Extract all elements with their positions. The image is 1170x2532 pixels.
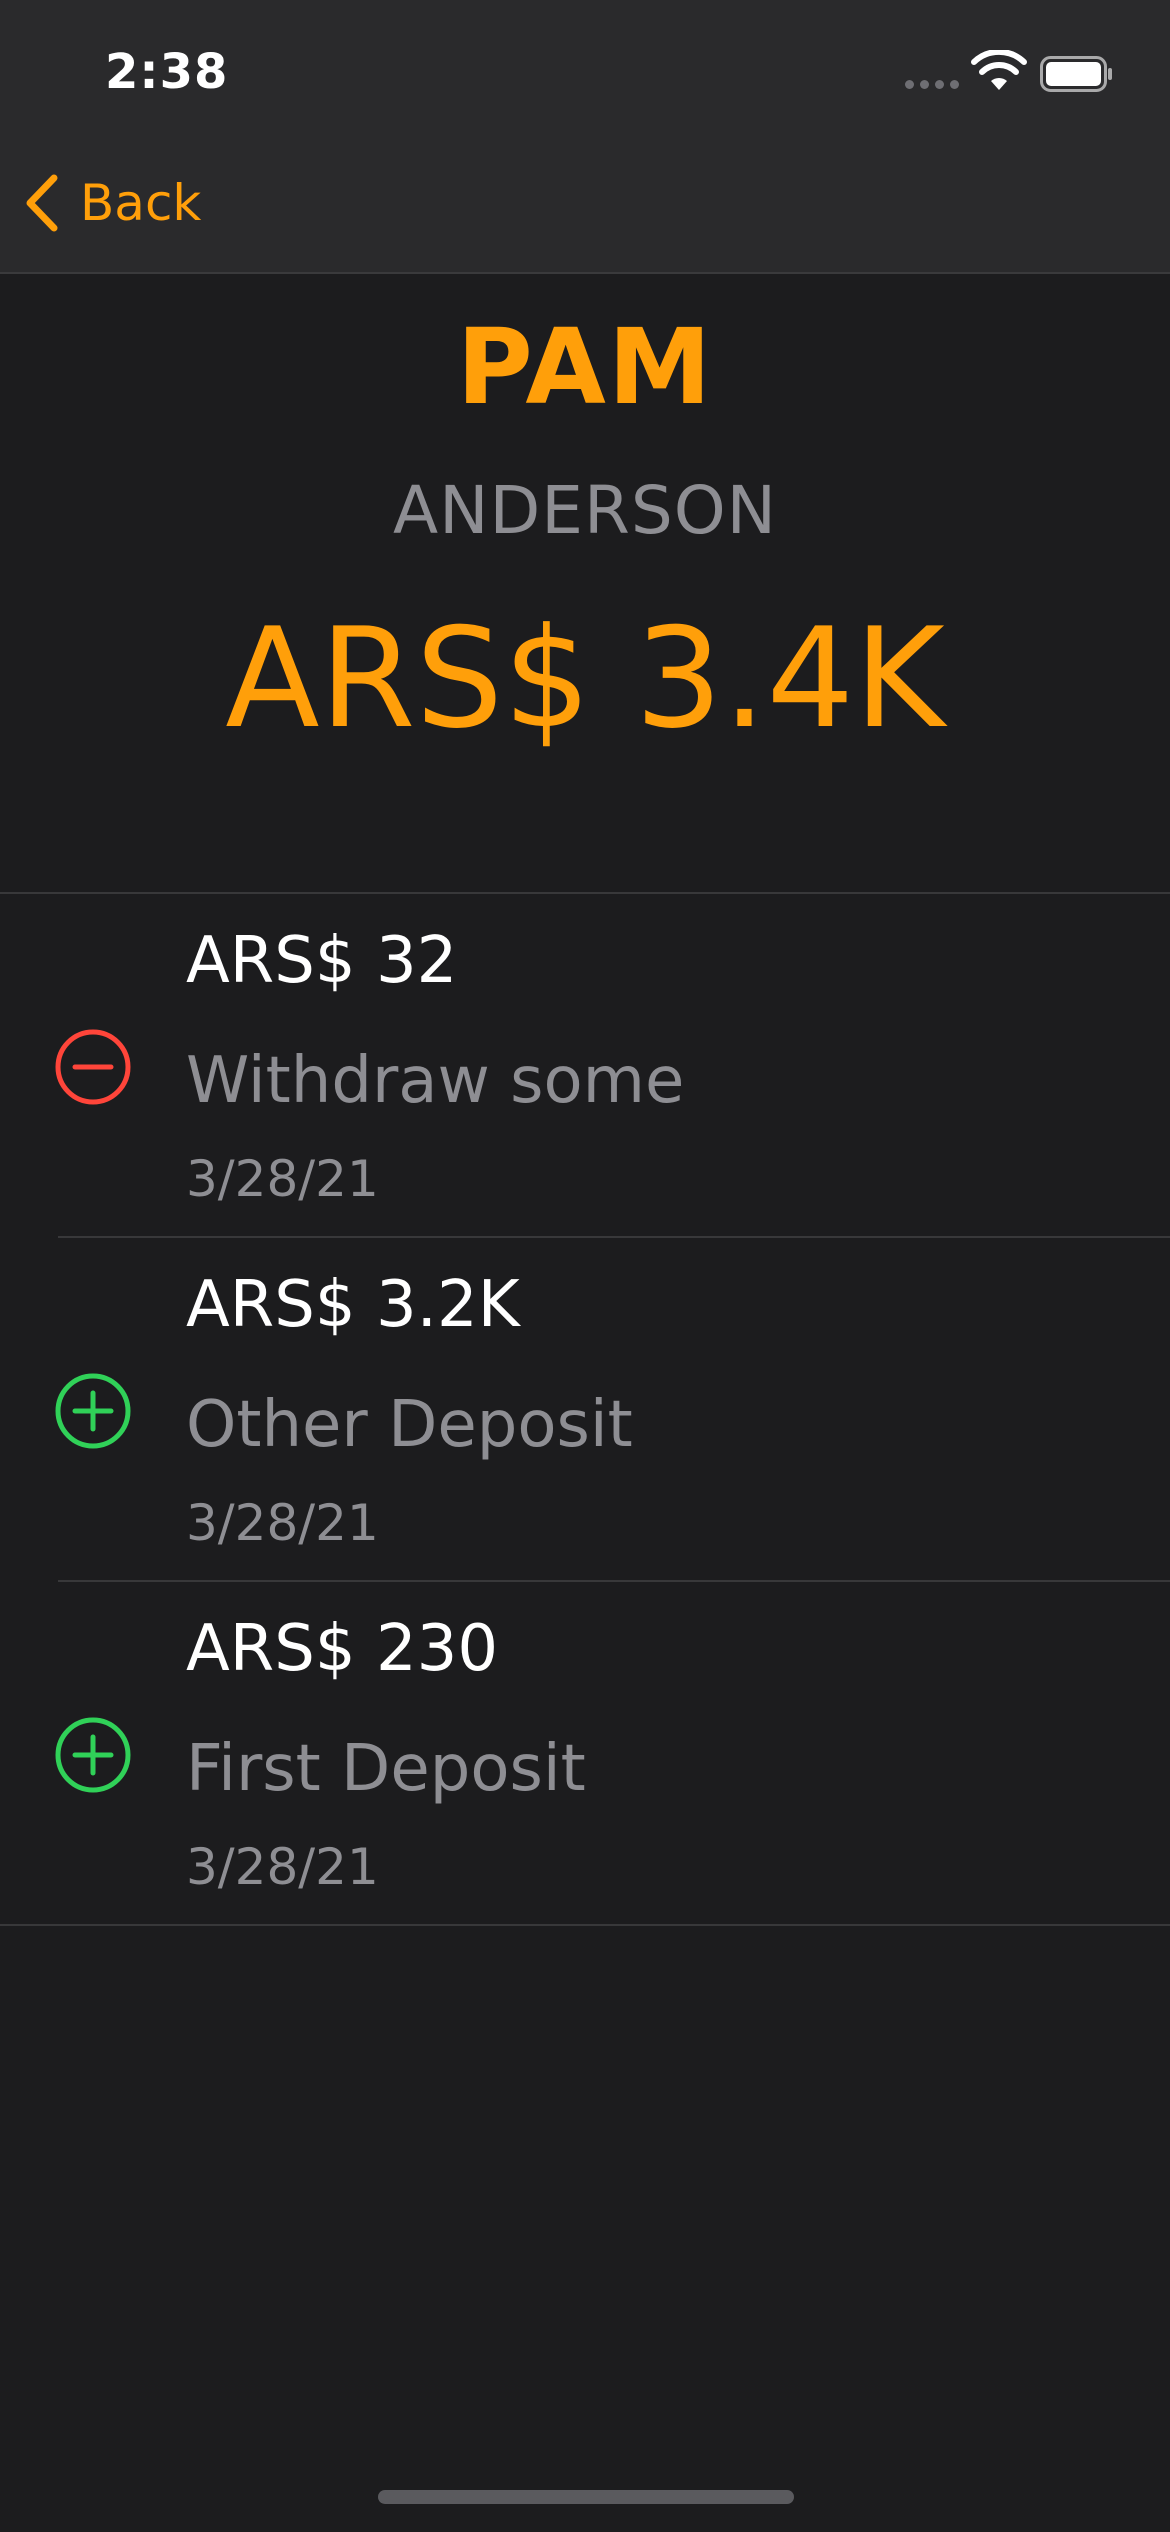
battery-icon	[1040, 56, 1112, 92]
account-detail-screen: 2:38 Back PAM ANDERSON ARS$ 3.4K ARS$ 32…	[0, 0, 1170, 2532]
row-divider	[0, 1924, 1170, 1926]
chevron-left-icon	[26, 174, 58, 232]
plus-circle-icon	[55, 1717, 131, 1793]
transaction-list: ARS$ 32 Withdraw some 3/28/21 ARS$ 3.2K …	[0, 892, 1170, 1926]
status-bar-time: 2:38	[105, 44, 229, 100]
transaction-row[interactable]: ARS$ 230 First Deposit 3/28/21	[0, 1582, 1170, 1926]
minus-circle-icon	[55, 1029, 131, 1105]
transaction-date: 3/28/21	[186, 1838, 379, 1896]
transaction-description: Other Deposit	[186, 1388, 633, 1462]
back-button-label: Back	[80, 174, 202, 232]
cellular-signal-icon	[905, 80, 959, 89]
transaction-description: First Deposit	[186, 1732, 586, 1806]
account-last-name: ANDERSON	[392, 472, 778, 549]
plus-circle-icon	[55, 1373, 131, 1449]
navigation-bar: 2:38 Back	[0, 0, 1170, 274]
account-first-name: PAM	[456, 306, 714, 428]
transaction-description: Withdraw some	[186, 1044, 685, 1118]
home-indicator[interactable]	[378, 2490, 794, 2504]
back-button[interactable]: Back	[22, 172, 201, 234]
account-balance: ARS$ 3.4K	[225, 598, 945, 759]
transaction-amount: ARS$ 230	[186, 1612, 499, 1686]
transaction-date: 3/28/21	[186, 1494, 379, 1552]
transaction-date: 3/28/21	[186, 1150, 379, 1208]
wifi-icon	[971, 50, 1027, 90]
transaction-amount: ARS$ 32	[186, 924, 458, 998]
transaction-row[interactable]: ARS$ 3.2K Other Deposit 3/28/21	[0, 1238, 1170, 1582]
transaction-amount: ARS$ 3.2K	[186, 1268, 520, 1342]
transaction-row[interactable]: ARS$ 32 Withdraw some 3/28/21	[0, 894, 1170, 1238]
